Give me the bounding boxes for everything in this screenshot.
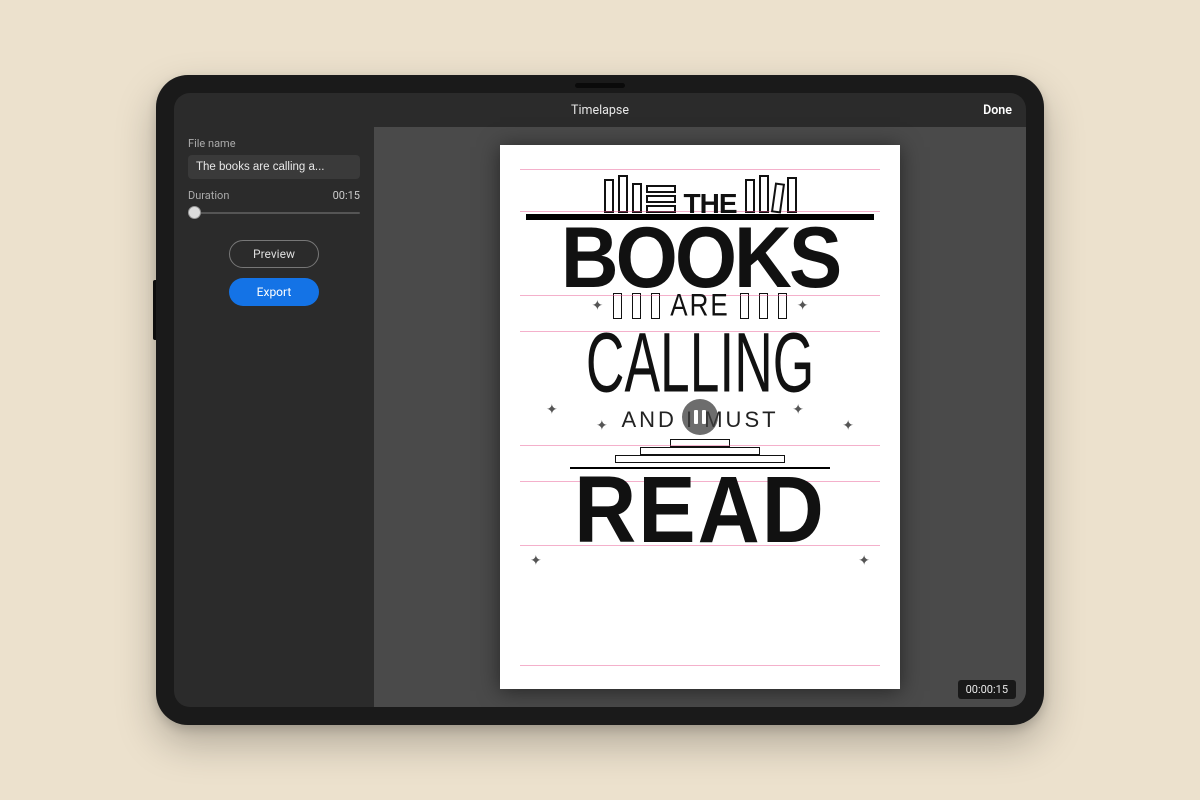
done-button[interactable]: Done bbox=[983, 93, 1012, 127]
art-text-books: BOOKS bbox=[561, 221, 839, 294]
filename-input[interactable] bbox=[188, 155, 360, 179]
export-button[interactable]: Export bbox=[229, 278, 319, 306]
filename-group: File name bbox=[188, 137, 360, 179]
duration-group: Duration 00:15 bbox=[188, 189, 360, 222]
duration-label: Duration bbox=[188, 189, 229, 202]
tablet-frame: Timelapse Done File name Duration 00:15 bbox=[156, 75, 1044, 725]
art-row-the: THE bbox=[526, 167, 874, 213]
filename-label: File name bbox=[188, 137, 360, 150]
action-buttons: Preview Export bbox=[188, 240, 360, 306]
art-text-read: READ bbox=[574, 471, 826, 549]
body: File name Duration 00:15 Preview Expo bbox=[174, 127, 1026, 707]
pause-button[interactable] bbox=[682, 399, 718, 435]
art-text-calling: CALLING bbox=[586, 322, 814, 406]
app-screen: Timelapse Done File name Duration 00:15 bbox=[174, 93, 1026, 707]
playback-timestamp: 00:00:15 bbox=[958, 680, 1016, 699]
preview-button[interactable]: Preview bbox=[229, 240, 319, 268]
sidebar: File name Duration 00:15 Preview Expo bbox=[174, 127, 374, 707]
canvas-area: THE BOOKS ✦ ARE ✦ C bbox=[374, 127, 1026, 707]
pause-icon bbox=[694, 410, 706, 424]
header-title: Timelapse bbox=[571, 103, 629, 118]
tablet-camera bbox=[575, 83, 625, 88]
duration-slider[interactable] bbox=[188, 204, 360, 222]
duration-value: 00:15 bbox=[333, 189, 360, 202]
header-bar: Timelapse Done bbox=[174, 93, 1026, 127]
